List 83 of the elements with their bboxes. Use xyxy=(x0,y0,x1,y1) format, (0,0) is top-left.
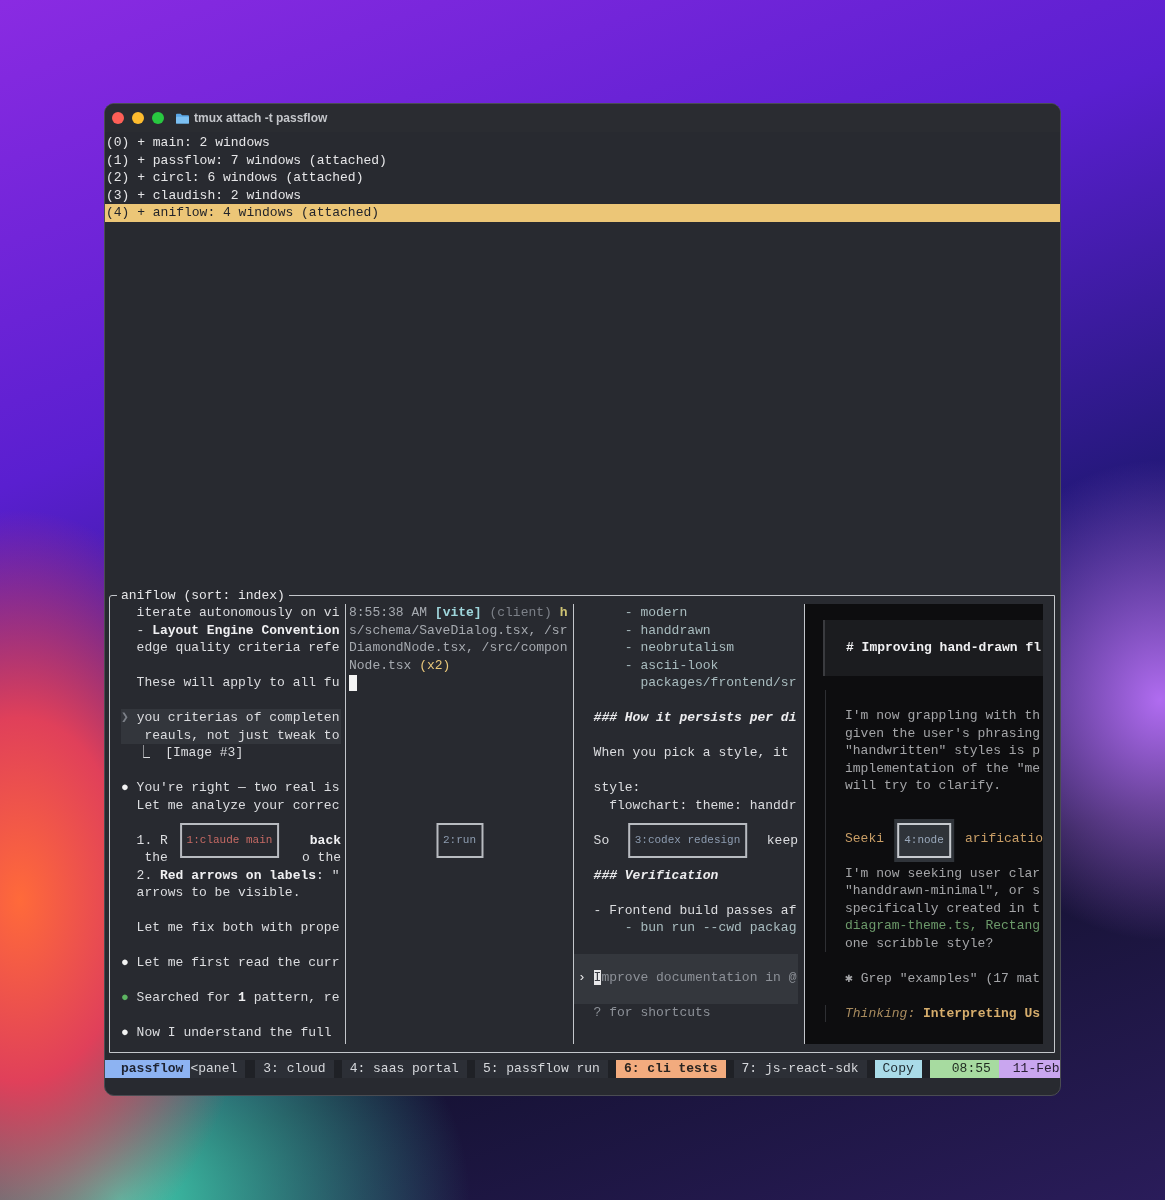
terminal-line: arrows to be visible. xyxy=(135,884,302,902)
clock: 08:55 xyxy=(929,1060,999,1078)
window-tab[interactable]: <panel xyxy=(190,1060,246,1078)
minimize-icon[interactable] xyxy=(132,112,144,124)
terminal-line: s/schema/SaveDialog.tsx, /sr xyxy=(349,621,568,639)
window-tab[interactable]: 6: cli tests xyxy=(615,1060,726,1078)
session-row[interactable]: (4) + aniflow: 4 windows (attached) xyxy=(105,204,1060,222)
text-cursor xyxy=(349,674,357,691)
terminal-line: one scribble style? xyxy=(845,934,995,952)
folder-icon xyxy=(176,112,189,124)
terminal-pane[interactable] xyxy=(573,604,801,1044)
terminal-line: ❯ you criterias of completen xyxy=(121,709,341,727)
window-tab[interactable]: 3: cloud xyxy=(255,1060,334,1078)
terminal-line: - handdrawn xyxy=(623,621,712,639)
terminal-line: "handwritten" styles is p xyxy=(845,742,1042,760)
terminal-line: ● Searched for 1 pattern, re xyxy=(121,989,341,1007)
session-row[interactable]: (0) + main: 2 windows xyxy=(105,134,1060,152)
terminal-line: implementation of the "me xyxy=(845,759,1042,777)
terminal-line: ? for shortcuts xyxy=(592,1003,712,1021)
terminal-line: Node.tsx (x2) xyxy=(349,656,452,674)
terminal-text: back xyxy=(309,831,341,849)
terminal-line: ● Let me first read the curr xyxy=(121,954,341,972)
zoom-icon[interactable] xyxy=(152,112,164,124)
terminal-text: o the xyxy=(302,849,341,867)
session-row[interactable]: (3) + claudish: 2 windows xyxy=(105,186,1060,204)
terminal-line: Thinking: Interpreting Us xyxy=(845,1004,1042,1022)
terminal-line: style: xyxy=(592,779,642,797)
date-label: 11-Feb xyxy=(998,1060,1060,1078)
terminal-text: 1. R xyxy=(135,831,168,849)
mode-indicator: Copy xyxy=(874,1060,922,1078)
terminal-line: reauls, not just tweak to xyxy=(143,726,341,744)
terminal-line: ### How it persists per di xyxy=(592,709,798,727)
terminal-text: keep xyxy=(766,831,798,849)
terminal-line: ● You're right — two real is xyxy=(121,779,341,797)
terminal-line: 8:55:38 AM [vite] (client) h xyxy=(349,604,568,622)
terminal-line: When you pick a style, it xyxy=(592,744,790,762)
terminal-line: diagram-theme.ts, Rectang xyxy=(845,917,1042,935)
terminal-pane[interactable]: 8:55:38 AM [vite] (client) h s/schema/SaveDialog.tsx, /sr DiamondNode.tsx, /src/compon Node.tsx (x2) 2:run xyxy=(345,604,573,1044)
window-title: tmux attach -t passflow xyxy=(194,111,328,125)
terminal-line: will try to clarify. xyxy=(845,777,1003,795)
terminal-line: flowchart: theme: handdr xyxy=(608,796,798,814)
prompt-input[interactable]: › Improve documentation in @ xyxy=(574,954,798,1004)
close-icon[interactable] xyxy=(112,112,124,124)
session-name: passflow xyxy=(105,1060,191,1078)
terminal-line: edge quality criteria refe xyxy=(135,639,341,657)
terminal-pane[interactable] xyxy=(804,604,1043,1044)
terminal-line: DiamondNode.tsx, /src/compon xyxy=(349,639,568,657)
window-label: 4:node xyxy=(897,823,951,858)
terminal-line: ### Verification xyxy=(592,866,720,884)
window-tab[interactable]: 5: passflow run xyxy=(474,1060,608,1078)
terminal-line: ● Now I understand the full xyxy=(121,1024,333,1042)
terminal-line: Let me analyze your correc xyxy=(135,796,341,814)
terminal-text: the xyxy=(143,849,168,867)
terminal-line: iterate autonomously on vi xyxy=(135,604,341,622)
terminal-line: # Improving hand-drawn fl xyxy=(846,639,1043,657)
terminal-line: - bun run --cwd packag xyxy=(623,919,798,937)
terminal-line: - modern xyxy=(623,604,689,622)
terminal-text: arificatio xyxy=(965,829,1043,847)
terminal-line: ✱ Grep "examples" (17 mat xyxy=(845,969,1042,987)
window-tab[interactable]: 4: saas portal xyxy=(341,1060,467,1078)
terminal-line: "handdrawn-minimal", or s xyxy=(845,882,1042,900)
terminal-line: given the user's phrasing xyxy=(845,724,1042,742)
terminal-line: ⎿ [Image #3] xyxy=(135,744,245,762)
session-row[interactable]: (2) + circl: 6 windows (attached) xyxy=(105,169,1060,187)
terminal-line: - Frontend build passes af xyxy=(592,901,798,919)
window-tab[interactable]: 7: js-react-sdk xyxy=(733,1060,867,1078)
terminal-line: I'm now seeking user clar xyxy=(845,864,1042,882)
terminal-line: - Layout Engine Convention xyxy=(135,621,341,639)
window-label: 3:codex redesign xyxy=(627,823,748,858)
session-row[interactable]: (1) + passflow: 7 windows (attached) xyxy=(105,151,1060,169)
terminal-text: Seeki xyxy=(845,829,884,847)
terminal-line: - neobrutalism xyxy=(623,639,736,657)
terminal-line: Let me fix both with prope xyxy=(135,919,341,937)
window-label: 2:run xyxy=(436,823,483,858)
terminal-line: specifically created in t xyxy=(845,899,1042,917)
terminal-line: I'm now grappling with th xyxy=(845,707,1042,725)
terminal-line: These will apply to all fu xyxy=(135,674,341,692)
terminal-line: 2. Red arrows on labels: " xyxy=(135,866,341,884)
window-label: 1:claude main xyxy=(179,823,280,858)
terminal-line: packages/frontend/sr xyxy=(639,674,798,692)
preview-title: aniflow (sort: index) xyxy=(117,587,289,604)
terminal-text: So xyxy=(592,831,610,849)
terminal-line: - ascii-look xyxy=(623,656,720,674)
